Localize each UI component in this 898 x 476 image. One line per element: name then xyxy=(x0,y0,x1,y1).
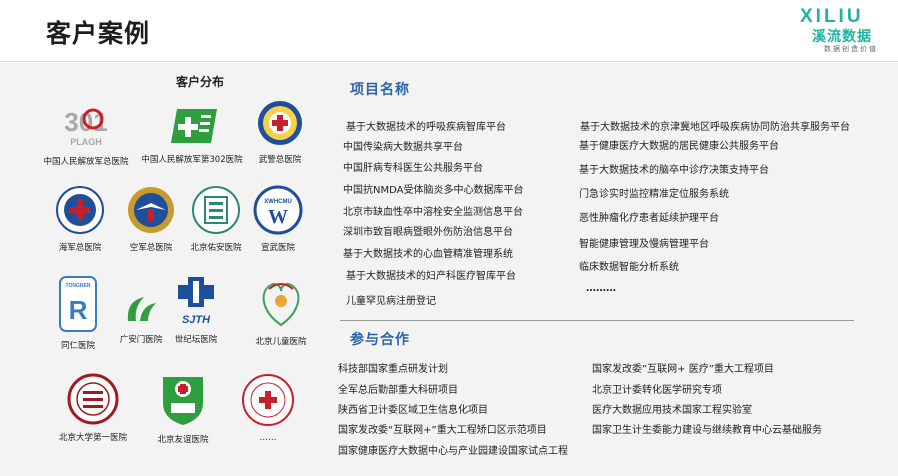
logo-chinese: 溪流数据 xyxy=(812,29,872,45)
hospital-card-air-force: 空军总医院 xyxy=(120,185,182,253)
project-item: 儿童罕见病注册登记 xyxy=(346,296,436,307)
hospital-label: 中国人民解放军第302医院 xyxy=(141,155,243,165)
shijitan-logo-text: SJTH xyxy=(182,314,211,326)
hospital-card-armed-police: 武警总医院 xyxy=(248,99,312,165)
hospital-label: 海军总医院 xyxy=(58,243,102,253)
project-item: 深圳市致盲眼病暨眼外伤防治信息平台 xyxy=(343,227,513,238)
projects-title: 项目名称 xyxy=(350,82,410,98)
distribution-title: 客户分布 xyxy=(176,75,225,89)
plagh-logo-icon: 301 PLAGH xyxy=(64,107,107,147)
hospital-card-tongren: TONGREN R 同仁医院 xyxy=(56,275,100,351)
page-title: 客户案例 xyxy=(46,19,151,48)
xuanwu-logo-text: XWHCMU xyxy=(264,199,292,205)
company-logo: XILIU 溪流数据 数据创造价值 xyxy=(800,6,892,56)
hospital-label: …… xyxy=(259,433,277,443)
armed-police-logo-icon xyxy=(258,101,302,145)
red-seal-logo-icon xyxy=(242,374,294,426)
project-item: 中国肝病专科医生公共服务平台 xyxy=(343,163,483,174)
hospital-card-guanganmen: 广安门医院 xyxy=(114,291,168,345)
cooperation-item: 北京卫计委转化医学研究专项 xyxy=(592,385,722,396)
svg-text:R: R xyxy=(69,295,88,325)
cooperation-item: 国家发改委”互联网+ 医疗”重大工程项目 xyxy=(592,364,774,375)
project-item: 基于健康医疗大数据的居民健康公共服务平台 xyxy=(579,141,779,152)
hospital-card-more: …… xyxy=(238,373,298,443)
cooperation-item: 国家健康医疗大数据中心与产业园建设国家试点工程 xyxy=(338,446,568,457)
youan-logo-icon xyxy=(192,186,240,234)
header: 客户案例 XILIU 溪流数据 数据创造价值 xyxy=(0,0,898,62)
xuanwu-logo-icon: XWHCMU W xyxy=(253,185,303,235)
project-item: 基于大数据技术的京津冀地区呼吸疾病协同防治共享服务平台 xyxy=(580,122,850,133)
project-item: 基于大数据技术的呼吸疾病智库平台 xyxy=(346,122,506,133)
hospital-label: 中国人民解放军总医院 xyxy=(43,157,129,167)
cooperation-item: 国家卫生计生委能力建设与继续教育中心云基础服务 xyxy=(592,425,822,436)
hospital-card-302: 中国人民解放军第302医院 xyxy=(140,103,244,165)
logo-latin: XILIU xyxy=(800,6,864,27)
project-item: 中国传染病大数据共享平台 xyxy=(343,142,463,153)
hospital-card-childrens: 北京儿童医院 xyxy=(246,275,316,347)
project-item: 智能健康管理及慢病管理平台 xyxy=(579,239,709,250)
hospital-label: 北京儿童医院 xyxy=(255,337,307,347)
childrens-hospital-logo-icon xyxy=(262,283,300,327)
cooperation-title: 参与合作 xyxy=(350,332,410,348)
cooperation-item: 全军总后勤部重大科研项目 xyxy=(338,385,458,396)
project-item: 基于大数据技术的心血管精准管理系统 xyxy=(343,249,513,260)
tongren-logo-icon: TONGREN R xyxy=(59,276,97,332)
project-item: 临床数据智能分析系统 xyxy=(579,262,679,273)
cooperation-item: 医疗大数据应用技术国家工程实验室 xyxy=(592,405,752,416)
project-item: 恶性肿瘤化疗患者延续护理平台 xyxy=(579,213,719,224)
svg-text:W: W xyxy=(268,206,288,228)
project-item: 基于大数据技术的脑卒中诊疗决策支持平台 xyxy=(579,165,769,176)
hospital-card-friendship: 北京友谊医院 xyxy=(150,373,216,445)
hospital-label: 北京大学第一医院 xyxy=(58,433,127,443)
air-force-logo-icon xyxy=(128,187,174,233)
hospital-label: 武警总医院 xyxy=(258,155,302,165)
content-area: 客户分布 301 PLAGH 中国人民解放军总医院 中国人民解放军第302医院 xyxy=(0,63,898,476)
logo-slogan: 数据创造价值 xyxy=(824,45,878,53)
hospital-label: 同仁医院 xyxy=(60,341,95,351)
hospital-label: 世纪坛医院 xyxy=(174,335,218,345)
hospital-label: 北京友谊医院 xyxy=(157,435,209,445)
project-item: 北京市缺血性卒中溶栓安全监测信息平台 xyxy=(343,207,523,218)
hospital-label: 北京佑安医院 xyxy=(190,243,242,253)
tongren-logo-text: TONGREN xyxy=(66,283,91,289)
hospital-label: 空军总医院 xyxy=(129,243,173,253)
project-item: 门急诊实时监控精准定位服务系统 xyxy=(579,189,729,200)
project-item: 中国抗NMDA受体脑炎多中心数据库平台 xyxy=(343,185,524,196)
hospital-card-plagh: 301 PLAGH 中国人民解放军总医院 xyxy=(36,99,136,167)
friendship-logo-icon xyxy=(163,377,203,425)
section-divider xyxy=(340,320,854,321)
shijitan-logo-icon: SJTH xyxy=(178,277,214,326)
hospital-card-xuanwu: XWHCMU W 宣武医院 xyxy=(248,185,308,253)
hospital-card-navy: 海军总医院 xyxy=(52,185,108,253)
cooperation-item: 陕西省卫计委区域卫生信息化项目 xyxy=(338,405,488,416)
hospital-label: 广安门医院 xyxy=(119,335,163,345)
hospital-label: 宣武医院 xyxy=(260,243,295,253)
hospital-card-youan: 北京佑安医院 xyxy=(184,185,248,253)
navy-logo-icon xyxy=(56,186,104,234)
hospital-302-logo-icon xyxy=(171,109,217,143)
cooperation-item: 科技部国家重点研发计划 xyxy=(338,364,448,375)
hospital-card-shijitan: SJTH 世纪坛医院 xyxy=(166,275,226,345)
pku-first-logo-icon xyxy=(67,373,119,425)
guanganmen-logo-icon xyxy=(127,297,156,321)
plagh-logo-sub: PLAGH xyxy=(70,137,102,147)
cooperation-item: 国家发改委“互联网+”重大工程矫口区示范项目 xyxy=(338,425,547,436)
hospital-card-pku-first: 北京大学第一医院 xyxy=(50,373,136,443)
project-item: 基于大数据技术的妇产科医疗智库平台 xyxy=(346,271,516,282)
project-item-more: ……… xyxy=(586,283,616,294)
